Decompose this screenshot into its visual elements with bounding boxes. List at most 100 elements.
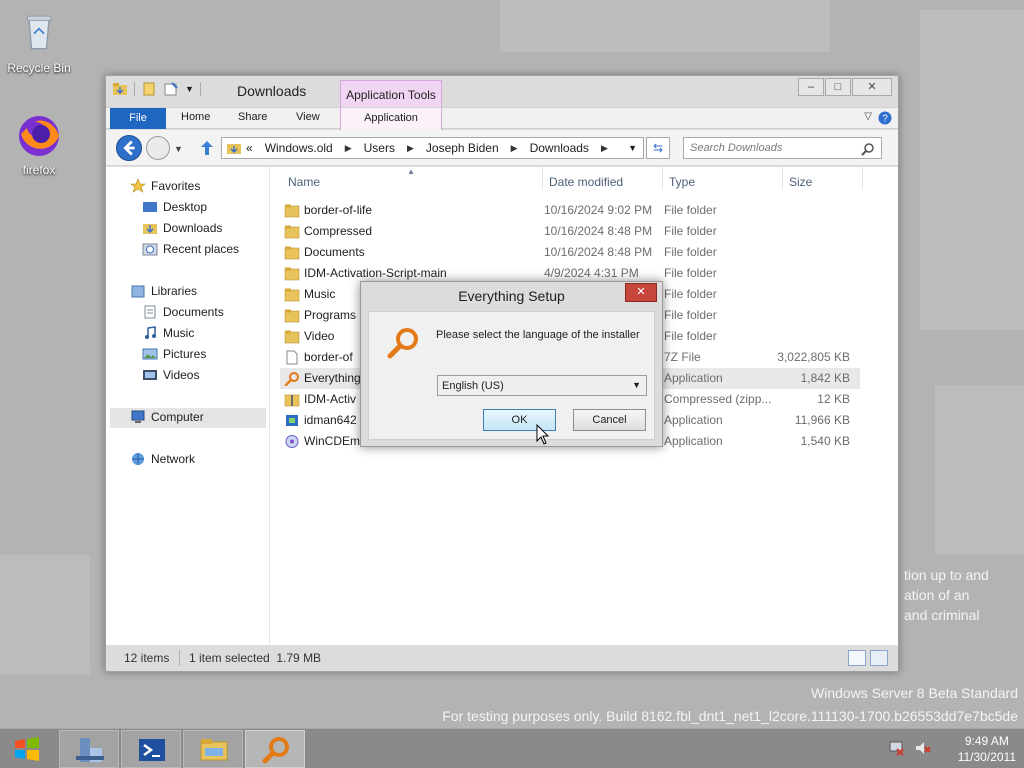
file-name: IDM-Activation-Script-main: [304, 266, 447, 280]
server-manager-icon: [76, 738, 104, 762]
column-divider[interactable]: [862, 167, 863, 189]
breadcrumb-joseph-biden[interactable]: Joseph Biden: [426, 141, 499, 155]
new-folder-icon[interactable]: [163, 81, 179, 97]
chevron-right-icon[interactable]: ▶: [407, 141, 414, 155]
back-button[interactable]: [116, 135, 142, 161]
desktop-icon-firefox[interactable]: firefox: [4, 110, 74, 177]
breadcrumb-downloads[interactable]: Downloads: [530, 141, 589, 155]
folder-icon: [284, 204, 300, 218]
file-date: 10/16/2024 8:48 PM: [544, 224, 653, 238]
nav-item-pictures[interactable]: Pictures: [142, 346, 206, 362]
nav-network[interactable]: Network: [130, 451, 195, 467]
nav-item-documents[interactable]: Documents: [142, 304, 224, 320]
breadcrumb-users[interactable]: Users: [364, 141, 395, 155]
forward-button[interactable]: [146, 136, 170, 160]
expand-ribbon-icon[interactable]: ▽: [864, 111, 872, 125]
address-dropdown[interactable]: ▼: [628, 143, 637, 153]
taskbar-powershell[interactable]: [121, 730, 181, 768]
maximize-button[interactable]: □: [825, 78, 851, 96]
file-type: File folder: [664, 287, 717, 301]
item-count: 12 items: [124, 651, 170, 665]
file-type: File folder: [664, 224, 717, 238]
nav-item-label: Downloads: [163, 221, 223, 235]
chevron-right-icon[interactable]: ▶: [511, 141, 518, 155]
breadcrumb-overflow[interactable]: «: [246, 141, 253, 155]
refresh-button[interactable]: ⇆: [646, 137, 670, 159]
nav-item-music[interactable]: Music: [142, 325, 194, 341]
tab-share[interactable]: Share: [238, 111, 267, 123]
file-type: File folder: [664, 308, 717, 322]
folder-icon: [284, 330, 300, 344]
column-header-name[interactable]: Name: [288, 175, 320, 189]
column-header-size[interactable]: Size: [789, 175, 812, 189]
dialog-title: Everything Setup: [458, 288, 565, 304]
pictures-icon: [142, 348, 158, 360]
nav-item-recent-places[interactable]: Recent places: [142, 241, 239, 257]
cancel-button[interactable]: Cancel: [573, 409, 646, 431]
up-arrow-icon[interactable]: [198, 139, 216, 157]
nav-item-label: Desktop: [163, 200, 208, 214]
search-icon[interactable]: [861, 142, 875, 156]
search-input[interactable]: Search Downloads: [683, 137, 882, 159]
desktop-shape: [0, 555, 90, 675]
tab-file[interactable]: File: [110, 108, 166, 129]
window-controls: – □ ✕: [797, 78, 892, 96]
address-bar[interactable]: « Windows.old ▶ Users ▶ Joseph Biden ▶ Down…: [221, 137, 644, 159]
videos-icon: [143, 370, 157, 380]
nav-item-downloads[interactable]: Downloads: [142, 220, 222, 236]
dialog-close-button[interactable]: ✕: [625, 283, 657, 302]
file-name: Programs: [304, 308, 357, 322]
column-divider[interactable]: [662, 167, 663, 189]
taskbar-file-explorer[interactable]: [183, 730, 243, 768]
file-row[interactable]: border-of-life 10/16/2024 9:02 PM File fol…: [280, 200, 860, 221]
large-icons-view-button[interactable]: [870, 650, 888, 666]
chevron-right-icon[interactable]: ▶: [345, 141, 352, 155]
chevron-right-icon[interactable]: ▶: [601, 141, 608, 155]
folder-icon: [284, 288, 300, 302]
file-row[interactable]: Documents 10/16/2024 8:48 PM File folder: [280, 242, 860, 263]
svg-text:?: ?: [882, 114, 888, 125]
nav-favorites-label: Favorites: [151, 179, 201, 193]
nav-computer[interactable]: Computer: [130, 409, 204, 425]
folder-icon: [284, 309, 300, 323]
help-icon[interactable]: ?: [878, 111, 892, 125]
nav-item-desktop[interactable]: Desktop: [142, 199, 207, 215]
tab-application[interactable]: Application: [340, 108, 442, 130]
nav-item-videos[interactable]: Videos: [142, 367, 199, 383]
network-status-icon[interactable]: [888, 739, 906, 757]
start-button[interactable]: [0, 729, 56, 768]
close-button[interactable]: ✕: [852, 78, 892, 96]
column-divider[interactable]: [542, 167, 543, 189]
file-name: Documents: [304, 245, 365, 259]
desktop-icon-recycle-bin[interactable]: Recycle Bin: [4, 8, 74, 75]
nav-favorites[interactable]: Favorites: [130, 178, 200, 194]
folder-app-icon[interactable]: [112, 81, 128, 97]
taskbar-server-manager[interactable]: [59, 730, 119, 768]
sort-ascending-icon: ▲: [407, 167, 415, 176]
volume-muted-icon[interactable]: [914, 739, 932, 757]
tab-home[interactable]: Home: [181, 111, 210, 123]
mouse-cursor-icon: [536, 424, 550, 445]
column-header-date[interactable]: Date modified: [549, 175, 623, 189]
nav-libraries[interactable]: Libraries: [130, 283, 197, 299]
column-header-type[interactable]: Type: [669, 175, 695, 189]
clock[interactable]: 9:49 AM 11/30/2011: [958, 733, 1016, 765]
column-divider[interactable]: [782, 167, 783, 189]
details-view-button[interactable]: [848, 650, 866, 666]
background-text: tion up to and: [904, 567, 989, 583]
taskbar-everything-setup[interactable]: [245, 730, 305, 768]
dialog-message: Please select the language of the instal…: [436, 329, 640, 341]
properties-icon[interactable]: [141, 81, 157, 97]
customize-toolbar-icon[interactable]: ▼: [185, 84, 194, 94]
language-select-value: English (US): [442, 380, 504, 392]
minimize-button[interactable]: –: [798, 78, 824, 96]
title-bar[interactable]: ▼ Downloads Application Tools – □ ✕: [106, 76, 898, 128]
os-watermark-build: For testing purposes only. Build 8162.fb…: [442, 708, 1018, 724]
recent-locations-dropdown[interactable]: ▼: [174, 144, 183, 154]
breadcrumb-windows-old[interactable]: Windows.old: [265, 141, 333, 155]
language-select[interactable]: English (US) ▼: [437, 375, 647, 396]
desktop-shape: [935, 385, 1024, 555]
file-row[interactable]: Compressed 10/16/2024 8:48 PM File folder: [280, 221, 860, 242]
chevron-down-icon: ▼: [632, 380, 641, 390]
tab-view[interactable]: View: [296, 111, 320, 123]
